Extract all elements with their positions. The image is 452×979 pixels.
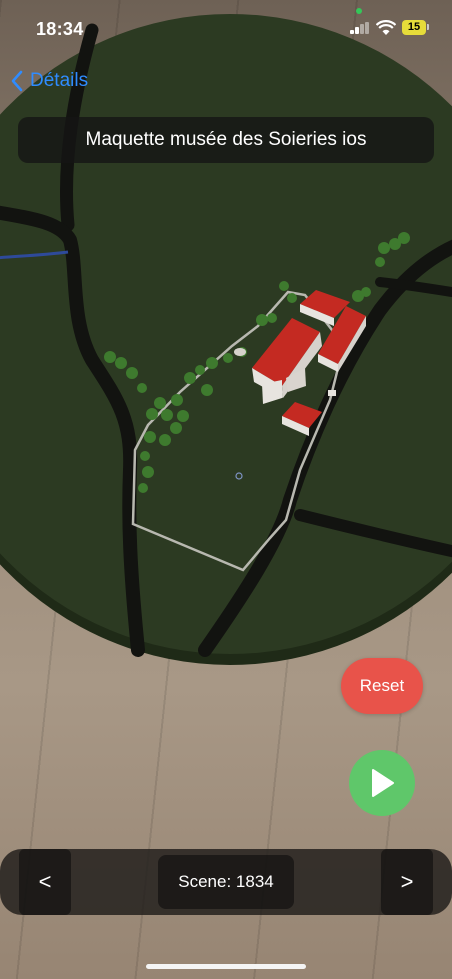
status-bar: 18:34 15 [0, 0, 452, 56]
chevron-left-icon [11, 70, 23, 92]
scene-navigation-bar: < Scene: 1834 > [0, 849, 452, 915]
back-button[interactable]: Détails [10, 66, 88, 96]
home-indicator[interactable] [146, 964, 306, 969]
play-icon [372, 769, 394, 797]
play-button[interactable] [349, 750, 415, 816]
reset-button[interactable]: Reset [341, 658, 423, 714]
battery-icon: 15 [402, 20, 426, 35]
scene-label: Scene: 1834 [158, 855, 294, 909]
battery-tip [427, 24, 429, 30]
wifi-icon [376, 20, 396, 35]
next-scene-button[interactable]: > [381, 849, 433, 915]
camera-in-use-indicator [356, 8, 362, 14]
reset-button-label: Reset [359, 676, 405, 695]
model-title-banner: Maquette musée des Soieries ios [18, 117, 434, 163]
model-title: Maquette musée des Soieries ios [85, 129, 367, 150]
status-time: 18:34 [36, 19, 84, 39]
previous-scene-button[interactable]: < [19, 849, 71, 915]
cellular-signal-icon [350, 22, 370, 34]
back-button-label: Détails [30, 70, 89, 91]
